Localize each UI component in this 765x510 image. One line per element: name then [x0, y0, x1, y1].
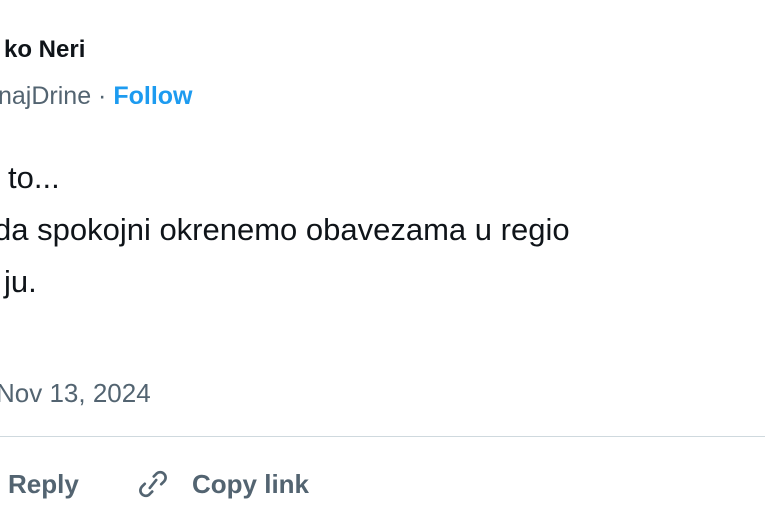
copy-link-label: Copy link [192, 468, 310, 499]
author-handle[interactable]: najDrine [0, 82, 91, 110]
tweet-text-line-2: da spokojni okrenemo obavezama u regio [0, 212, 570, 247]
reply-label: Reply [8, 468, 79, 499]
tweet-text-line-1: to... [8, 160, 60, 195]
link-icon [139, 470, 167, 498]
reply-button[interactable]: Reply [8, 462, 79, 506]
author-name[interactable]: ko Neri [4, 36, 85, 64]
author-handle-row: najDrine · Follow [0, 82, 192, 111]
tweet-timestamp[interactable]: Nov 13, 2024 [0, 378, 151, 409]
follow-button[interactable]: Follow [113, 82, 192, 110]
divider [0, 436, 765, 437]
handle-separator: · [91, 82, 114, 110]
tweet-text-line-3: ju. [4, 264, 37, 299]
copy-link-button[interactable]: Copy link [134, 462, 309, 506]
